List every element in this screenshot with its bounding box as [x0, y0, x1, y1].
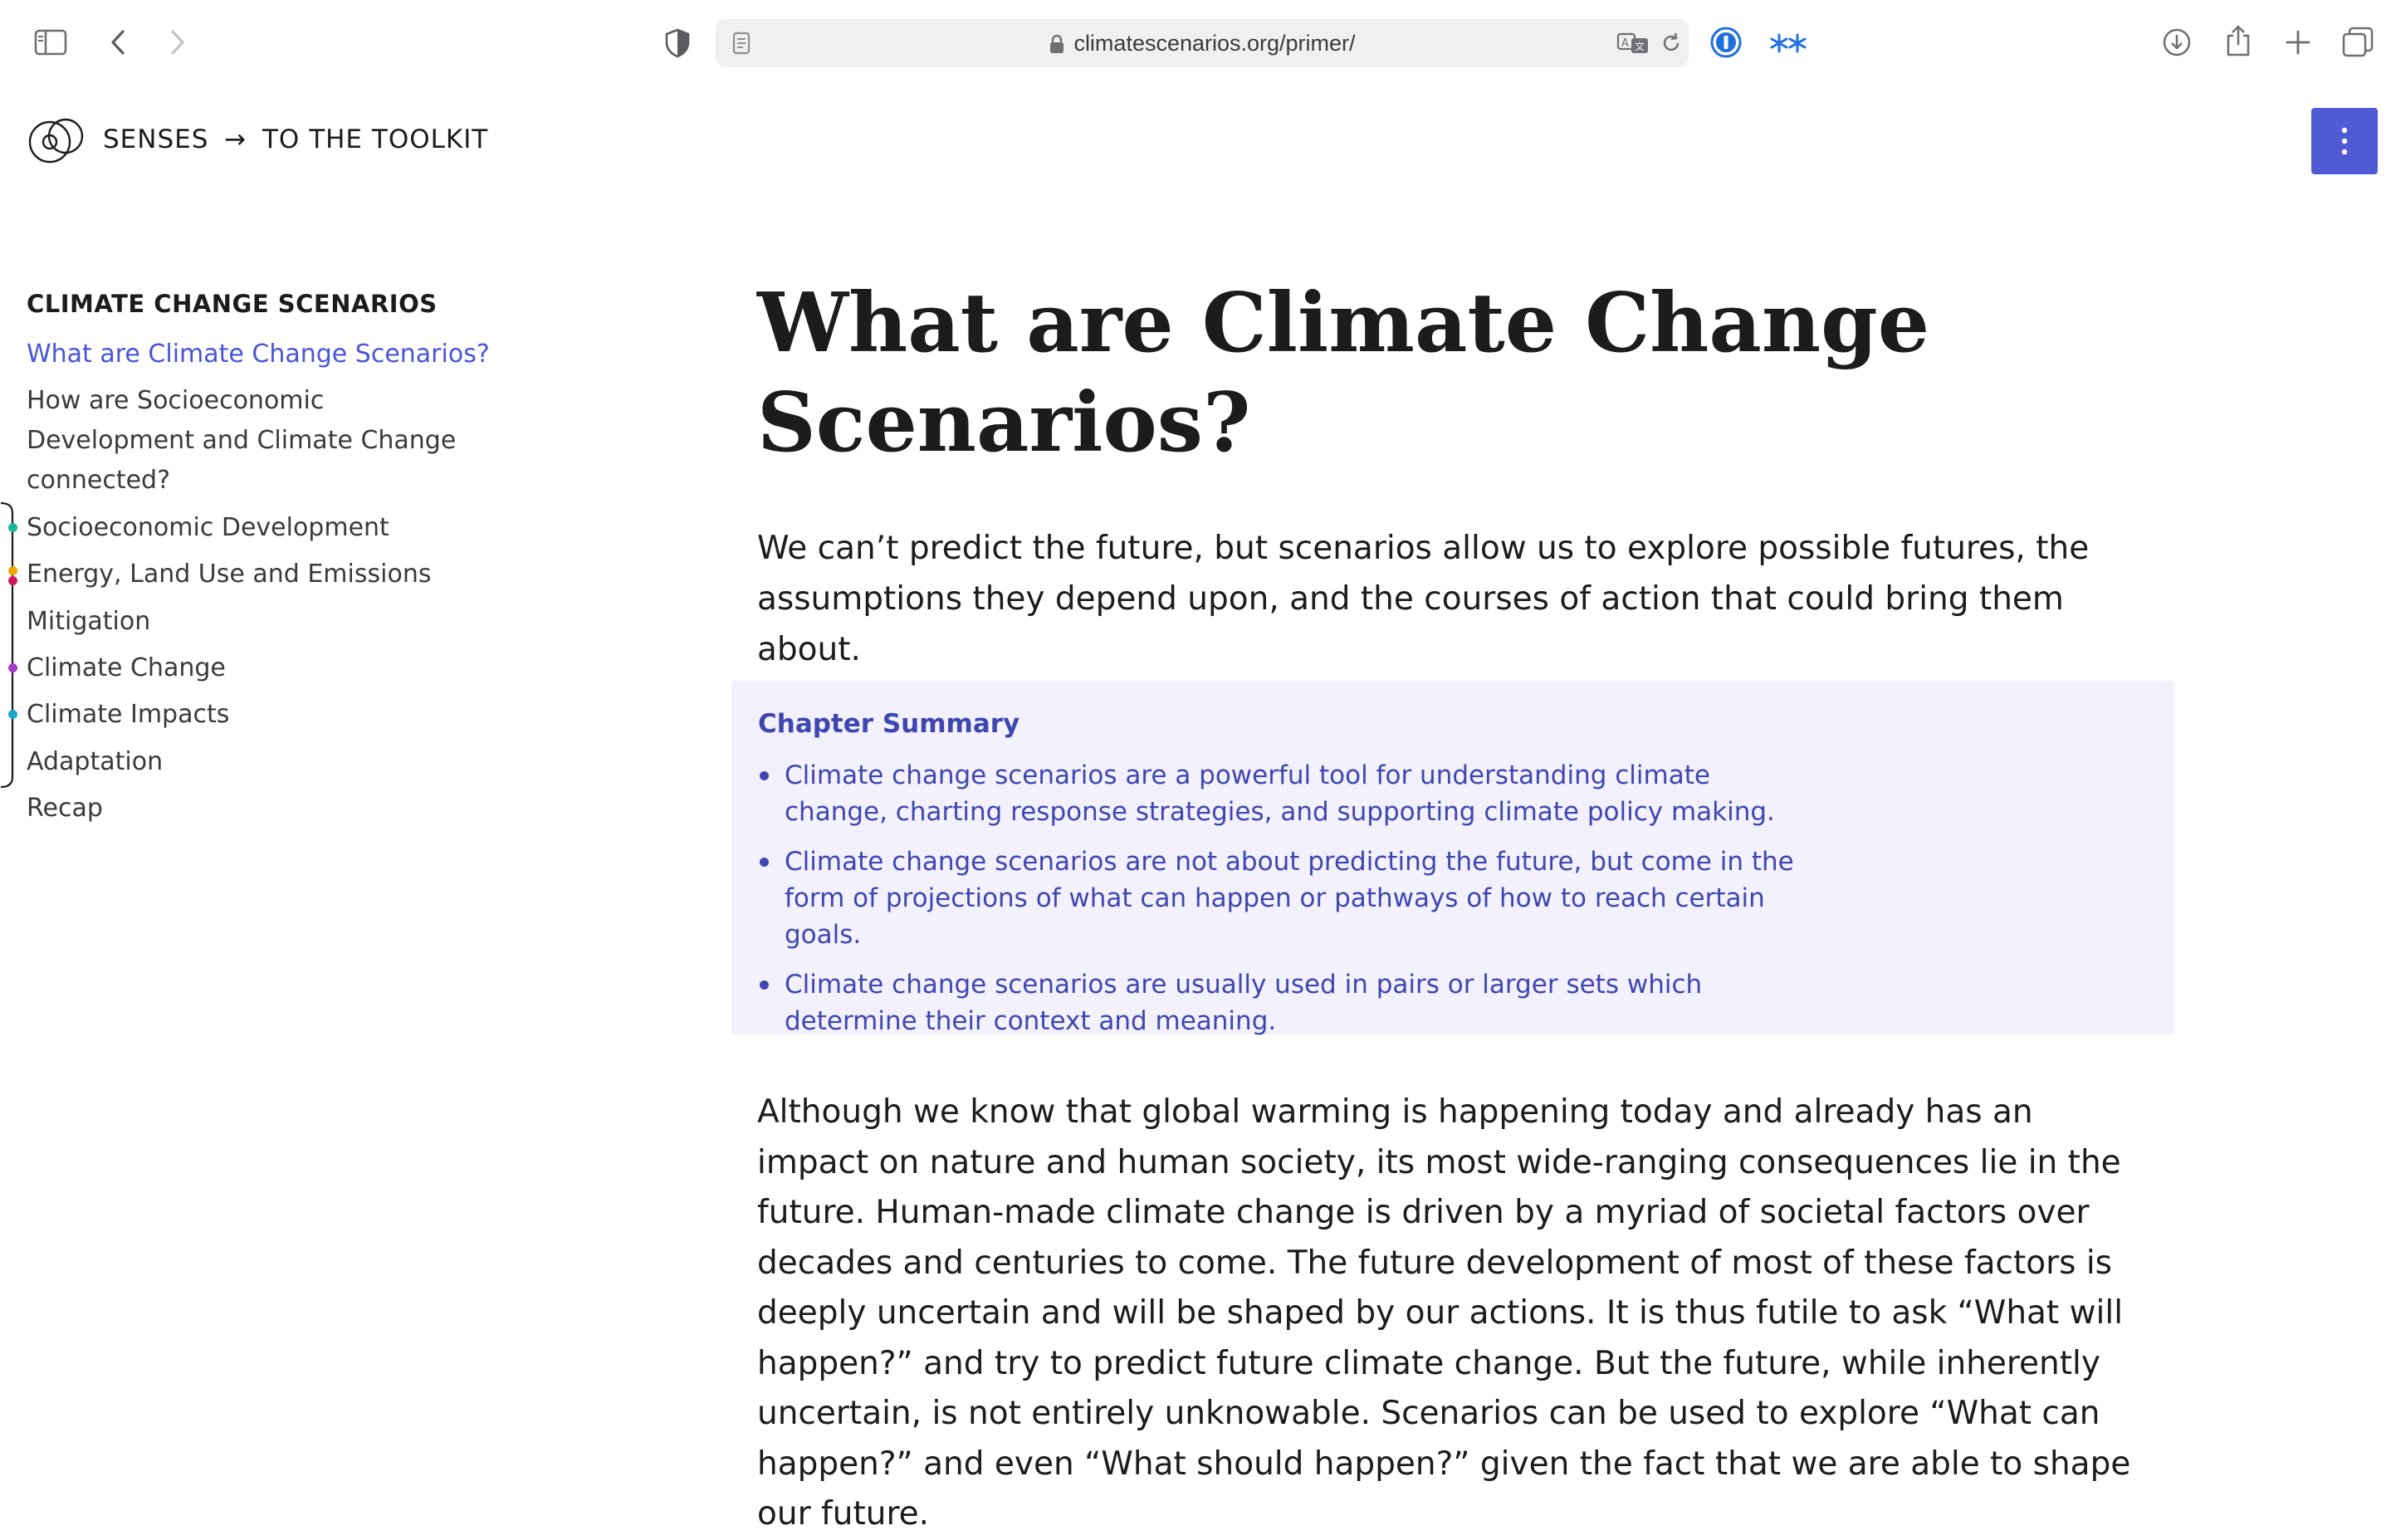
sidebar-item-socioeconomic-climate-connected[interactable]: How are Socioeconomic Development and Cl… — [27, 381, 475, 501]
translate-icon[interactable]: A文 — [1616, 30, 1650, 56]
sidebar-item-climate-change[interactable]: Climate Change — [27, 648, 491, 688]
extension-icon[interactable] — [1770, 27, 1807, 60]
address-bar[interactable]: climatescenarios.org/primer/ A文 — [716, 19, 1689, 67]
url-text: climatescenarios.org/primer/ — [1073, 31, 1356, 56]
summary-point: Climate change scenarios are usually use… — [758, 966, 1796, 1039]
sidebar-item-mitigation[interactable]: Mitigation — [27, 602, 491, 642]
url-display[interactable]: climatescenarios.org/primer/ — [716, 19, 1689, 67]
climate-impacts-dot — [8, 710, 17, 719]
more-vertical-icon — [2341, 127, 2348, 155]
energy-dot-2 — [8, 576, 17, 585]
download-icon[interactable] — [2160, 25, 2193, 60]
brand-name[interactable]: SENSES — [103, 121, 208, 158]
sidebar-item-recap[interactable]: Recap — [27, 789, 491, 829]
browser-toolbar: climatescenarios.org/primer/ A文 — [0, 0, 2391, 86]
tabs-overview-icon[interactable] — [2341, 25, 2374, 60]
page-title: What are Climate Change Scenarios? — [757, 276, 1930, 471]
chapter-group-bracket — [0, 501, 14, 789]
socioeconomic-dot — [8, 523, 17, 532]
chapter-summary-list: Climate change scenarios are a powerful … — [758, 757, 1796, 1053]
sidebar-item-climate-impacts[interactable]: Climate Impacts — [27, 695, 491, 735]
sidebar-item-what-are-scenarios[interactable]: What are Climate Change Scenarios? — [27, 335, 491, 374]
summary-point: Climate change scenarios are not about p… — [758, 843, 1796, 953]
toolkit-link[interactable]: TO THE TOOLKIT — [262, 121, 488, 158]
climate-change-dot — [8, 663, 17, 672]
plus-icon[interactable] — [2281, 25, 2315, 60]
summary-point: Climate change scenarios are a powerful … — [758, 757, 1796, 830]
shield-icon[interactable] — [661, 25, 694, 61]
sidebar-item-socioeconomic-development[interactable]: Socioeconomic Development — [27, 508, 491, 548]
password-manager-icon[interactable] — [1709, 25, 1743, 60]
senses-logo-icon[interactable] — [25, 115, 91, 164]
lead-paragraph: We can’t predict the future, but scenari… — [757, 530, 2090, 668]
menu-button[interactable] — [2311, 108, 2378, 174]
sidebar-item-energy-land-use[interactable]: Energy, Land Use and Emissions — [27, 555, 491, 594]
share-icon[interactable] — [2222, 22, 2255, 60]
chapter-summary-title: Chapter Summary — [758, 709, 1020, 739]
chevron-left-icon[interactable] — [101, 25, 134, 60]
svg-text:文: 文 — [1635, 40, 1645, 52]
lock-icon — [1049, 22, 1065, 53]
arrow-icon: → — [224, 125, 247, 154]
sidebar-icon[interactable] — [32, 25, 70, 60]
reload-icon[interactable] — [1659, 30, 1684, 56]
sidebar-heading: CLIMATE CHANGE SCENARIOS — [27, 290, 438, 318]
chevron-right-icon[interactable] — [161, 25, 194, 60]
energy-dot-1 — [8, 566, 17, 575]
body-paragraph: Although we know that global warming is … — [757, 1093, 2131, 1533]
svg-text:A: A — [1621, 37, 1629, 50]
chapter-summary-box: Chapter Summary Climate change scenarios… — [731, 681, 2174, 1036]
sidebar-item-adaptation[interactable]: Adaptation — [27, 742, 491, 782]
